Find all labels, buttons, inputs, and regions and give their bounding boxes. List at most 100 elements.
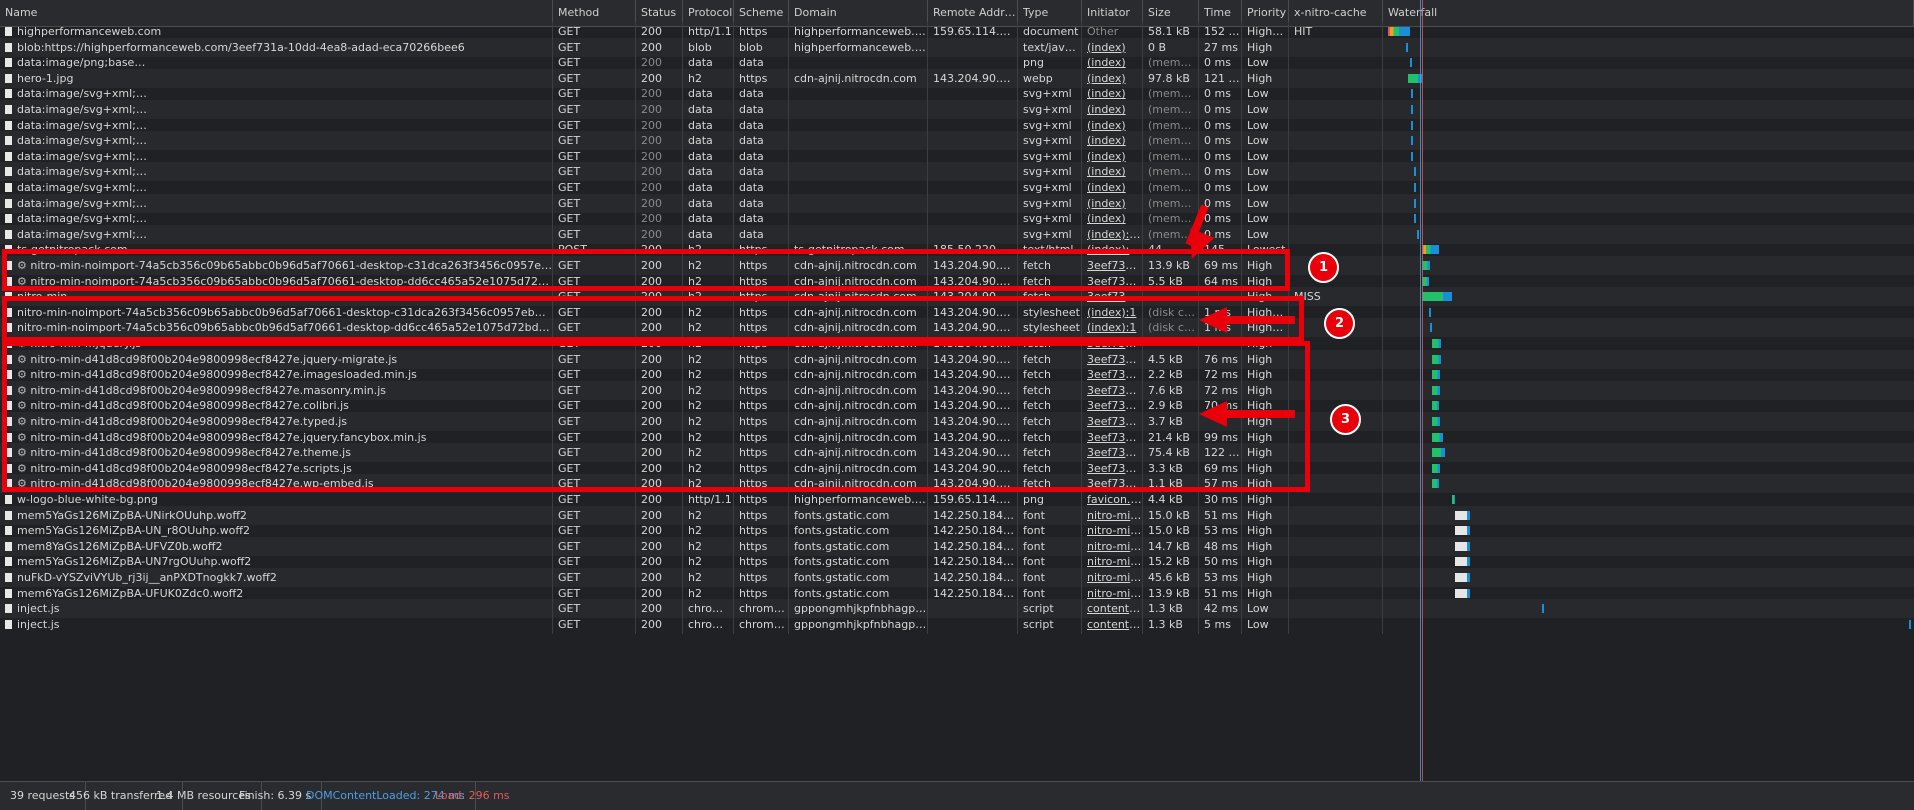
waterfall-bar <box>1429 307 1431 317</box>
waterfall-bar <box>1452 495 1455 504</box>
waterfall-bar <box>1414 183 1416 192</box>
request-name[interactable]: mem6YaGs126MiZpBA-UFUK0Zdc0.woff2 <box>17 587 243 600</box>
cell-size: 1.3 kB <box>1143 614 1199 634</box>
table-row[interactable]: inject.js GET200chrome-…chrome-e…gppongmh… <box>0 614 1914 634</box>
waterfall-bar <box>1406 42 1408 52</box>
file-icon <box>5 151 12 161</box>
request-name[interactable]: mem5YaGs126MiZpBA-UNirkOUuhp.woff2 <box>17 509 247 522</box>
cell-method: GET <box>553 614 636 634</box>
cell-status: 200 <box>636 614 683 634</box>
file-icon <box>5 73 12 83</box>
waterfall-bar <box>1411 120 1413 130</box>
annotation-marker-3: 3 <box>1330 404 1361 435</box>
request-name[interactable]: mem5YaGs126MiZpBA-UN7rgOUuhp.woff2 <box>17 555 251 568</box>
waterfall-bar <box>1410 58 1412 68</box>
waterfall-bar <box>1432 417 1440 426</box>
request-name[interactable]: w-logo-blue-white-bg.png <box>17 493 158 506</box>
waterfall-bar <box>1414 198 1416 208</box>
waterfall-bar <box>1422 292 1452 302</box>
file-icon <box>5 573 12 582</box>
waterfall-bar <box>1432 448 1445 458</box>
waterfall-bar <box>1422 261 1430 270</box>
waterfall-bar <box>1432 354 1441 364</box>
waterfall-bar <box>1432 463 1440 473</box>
waterfall-bar <box>1411 105 1413 114</box>
request-name[interactable]: inject.js <box>17 618 60 631</box>
waterfall-bar <box>1414 167 1416 177</box>
waterfall-bar <box>1422 276 1429 286</box>
annotation-arrow-2 <box>1225 316 1295 324</box>
request-name[interactable]: mem5YaGs126MiZpBA-UN_r8OUuhp.woff2 <box>17 524 250 537</box>
file-icon <box>5 120 12 130</box>
request-name[interactable]: data:image/svg+xml;… <box>17 150 147 163</box>
request-name[interactable]: data:image/svg+xml;… <box>17 165 147 178</box>
request-name[interactable]: data:image/svg+xml;… <box>17 212 147 225</box>
file-icon <box>5 58 12 68</box>
request-name[interactable]: nuFkD-vYSZviVYUb_rj3ij__anPXDTnogkk7.wof… <box>17 571 277 584</box>
waterfall-bar <box>1432 339 1441 348</box>
waterfall-bar <box>1432 401 1439 411</box>
request-name[interactable]: data:image/png;base… <box>17 56 145 69</box>
request-name[interactable]: data:image/svg+xml;… <box>17 87 147 100</box>
waterfall-bar <box>1455 526 1470 536</box>
annotation-marker-2: 2 <box>1324 308 1355 339</box>
waterfall-bar <box>1411 151 1413 161</box>
waterfall-bar <box>1909 619 1911 629</box>
request-name[interactable]: data:image/svg+xml;… <box>17 103 147 116</box>
waterfall-bar <box>1417 229 1419 239</box>
file-icon <box>5 619 12 629</box>
request-name[interactable]: hero-1.jpg <box>17 72 73 85</box>
request-name[interactable]: data:image/svg+xml;… <box>17 181 147 194</box>
file-icon <box>5 214 12 224</box>
cell-type: script <box>1018 614 1082 634</box>
file-icon <box>5 588 12 598</box>
request-name[interactable]: data:image/svg+xml;… <box>17 134 147 147</box>
waterfall-bar <box>1542 604 1544 614</box>
request-name[interactable]: data:image/svg+xml;… <box>17 228 147 241</box>
file-icon <box>5 42 12 52</box>
load-line <box>1422 0 1423 781</box>
waterfall-bar <box>1432 385 1440 395</box>
waterfall-bar <box>1388 27 1410 36</box>
file-icon <box>5 526 12 536</box>
dcl-line <box>1420 0 1421 781</box>
waterfall-bar <box>1414 214 1416 224</box>
cell-x-nitro-cache <box>1289 614 1383 634</box>
annotation-arrow-3 <box>1225 410 1295 418</box>
file-icon <box>5 105 12 114</box>
waterfall-bar <box>1455 510 1470 520</box>
file-icon <box>5 604 12 614</box>
file-icon <box>5 557 12 567</box>
file-icon <box>5 541 12 551</box>
annotation-box-1 <box>2 249 1290 291</box>
cell-scheme: chrome-e… <box>734 614 789 634</box>
request-name[interactable]: data:image/svg+xml;… <box>17 119 147 132</box>
file-icon <box>5 510 12 520</box>
status-bar: 39 requests 456 kB transferred 1.4 MB re… <box>0 781 1914 810</box>
waterfall-bar <box>1432 479 1439 489</box>
cell-priority: Low <box>1242 614 1289 634</box>
request-name[interactable]: inject.js <box>17 602 60 615</box>
cell-name: inject.js <box>0 614 553 634</box>
file-icon <box>5 495 12 504</box>
cell-protocol: chrome-… <box>683 614 734 634</box>
file-icon <box>5 136 12 146</box>
waterfall-bar <box>1432 370 1440 380</box>
cell-initiator[interactable]: content.js:… <box>1082 614 1143 634</box>
waterfall-bar <box>1411 89 1413 99</box>
load-time: Load: 296 ms <box>435 789 510 802</box>
request-name[interactable]: mem8YaGs126MiZpBA-UFVZ0b.woff2 <box>17 540 222 553</box>
annotation-box-3 <box>2 341 1310 492</box>
cell-domain: gppongmhjkpfnbhagpmjfkannfb… <box>789 614 928 634</box>
waterfall-bar <box>1455 541 1470 551</box>
waterfall-bar <box>1455 557 1470 567</box>
cell-time: 5 ms <box>1199 614 1242 634</box>
annotation-arrowhead-3 <box>1199 401 1227 427</box>
request-name[interactable]: blob:https://highperformanceweb.com/3eef… <box>17 41 465 54</box>
annotation-marker-1: 1 <box>1308 252 1339 283</box>
request-name[interactable]: highperformanceweb.com <box>17 25 161 38</box>
request-name[interactable]: data:image/svg+xml;… <box>17 197 147 210</box>
waterfall-bar <box>1430 323 1432 333</box>
cell-remote-address <box>928 614 1018 634</box>
waterfall-bar <box>1455 573 1470 582</box>
